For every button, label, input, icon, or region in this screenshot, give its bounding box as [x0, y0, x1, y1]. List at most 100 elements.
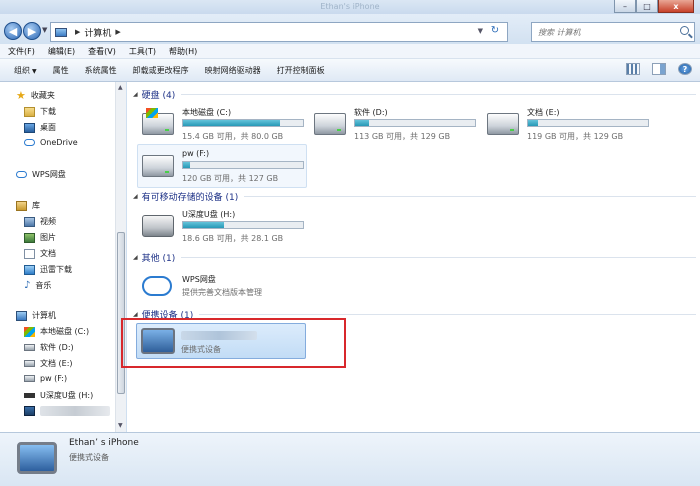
- usage-bar: [354, 119, 476, 127]
- drive-tile-h[interactable]: U深度U盘 (H:) 18.6 GB 可用，共 28.1 GB: [137, 204, 307, 248]
- nav-favorites[interactable]: ★ 收藏夹: [16, 90, 55, 101]
- address-dropdown-icon[interactable]: ▼: [478, 27, 483, 35]
- breadcrumb-separator-end[interactable]: ▶: [115, 28, 120, 36]
- nav-music[interactable]: ♪ 音乐: [24, 280, 51, 291]
- nav-libraries[interactable]: 库: [16, 200, 40, 211]
- preview-pane-icon[interactable]: [652, 63, 666, 75]
- library-icon: [16, 200, 27, 211]
- refresh-button[interactable]: ↻: [487, 25, 503, 39]
- collapse-arrow-icon[interactable]: ◢: [133, 91, 138, 98]
- menu-file[interactable]: 文件(F): [8, 46, 35, 57]
- nav-xunlei[interactable]: 迅雷下载: [24, 264, 72, 275]
- hard-drive-icon: [487, 113, 519, 135]
- hard-drive-icon: [314, 113, 346, 135]
- portable-device-icon: [24, 406, 35, 416]
- control-panel-button[interactable]: 打开控制面板: [277, 65, 325, 76]
- back-button[interactable]: ◀: [4, 22, 22, 40]
- drive-space: 113 GB 可用，共 129 GB: [354, 132, 451, 141]
- menu-edit[interactable]: 编辑(E): [48, 46, 75, 57]
- nav-desktop[interactable]: 桌面: [24, 122, 56, 133]
- drive-tile-d[interactable]: 软件 (D:) 113 GB 可用，共 129 GB: [309, 102, 479, 146]
- document-icon: [24, 248, 35, 259]
- menu-help[interactable]: 帮助(H): [169, 46, 197, 57]
- group-divider: [244, 195, 696, 197]
- drive-tile-c[interactable]: 本地磁盘 (C:) 15.4 GB 可用，共 80.0 GB: [137, 102, 307, 146]
- breadcrumb-computer[interactable]: 计算机: [84, 26, 111, 39]
- usage-bar: [182, 119, 304, 127]
- minimize-button[interactable]: –: [614, 0, 636, 13]
- properties-button[interactable]: 属性: [53, 65, 69, 76]
- nav-iphone[interactable]: [24, 406, 110, 416]
- menu-tools[interactable]: 工具(T): [129, 46, 156, 57]
- music-icon: ♪: [24, 279, 31, 291]
- nav-drive-h[interactable]: U深度U盘 (H:): [24, 390, 93, 401]
- group-other[interactable]: ◢ 其他 (1): [127, 250, 700, 264]
- scroll-up-icon[interactable]: ▲: [118, 84, 123, 91]
- windows-drive-icon: [24, 326, 35, 337]
- video-icon: [24, 216, 35, 227]
- group-hard-disks[interactable]: ◢ 硬盘 (4): [127, 87, 700, 101]
- view-options-icon[interactable]: [626, 63, 640, 75]
- drive-tile-e[interactable]: 文档 (E:) 119 GB 可用，共 129 GB: [482, 102, 652, 146]
- nav-videos[interactable]: 视频: [24, 216, 56, 227]
- usb-drive-icon: [142, 215, 174, 237]
- nav-downloads[interactable]: 下载: [24, 106, 56, 117]
- nav-drive-d[interactable]: 软件 (D:): [24, 342, 74, 353]
- collapse-arrow-icon[interactable]: ◢: [133, 311, 138, 318]
- window-controls: – □ x: [614, 0, 694, 13]
- maximize-button[interactable]: □: [636, 0, 658, 13]
- collapse-arrow-icon[interactable]: ◢: [133, 254, 138, 261]
- wps-name: WPS网盘: [182, 275, 216, 284]
- usage-bar: [527, 119, 649, 127]
- nav-computer[interactable]: 计算机: [16, 310, 56, 321]
- map-drive-button[interactable]: 映射网络驱动器: [205, 65, 261, 76]
- details-pane: Ethan’ s iPhone 便携式设备: [0, 432, 700, 486]
- history-dropdown-icon[interactable]: ▼: [42, 26, 47, 34]
- nav-pictures[interactable]: 图片: [24, 232, 56, 243]
- search-icon[interactable]: [680, 26, 689, 35]
- wps-cloud-icon: [16, 171, 27, 178]
- drive-space: 119 GB 可用，共 129 GB: [527, 132, 624, 141]
- group-removable[interactable]: ◢ 有可移动存储的设备 (1): [127, 189, 700, 203]
- forward-button[interactable]: ▶: [23, 22, 41, 40]
- scroll-down-icon[interactable]: ▼: [118, 422, 123, 429]
- usb-drive-icon: [24, 393, 35, 398]
- help-icon[interactable]: ?: [678, 63, 692, 75]
- usage-fill: [183, 162, 191, 168]
- nav-drive-e[interactable]: 文档 (E:): [24, 358, 73, 369]
- search-box[interactable]: [531, 22, 695, 42]
- nav-documents[interactable]: 文档: [24, 248, 56, 259]
- nav-onedrive[interactable]: OneDrive: [24, 138, 78, 147]
- system-properties-button[interactable]: 系统属性: [85, 65, 117, 76]
- chevron-down-icon: ▼: [32, 67, 37, 75]
- organize-button[interactable]: 组织 ▼: [14, 65, 37, 76]
- menu-view[interactable]: 查看(V): [88, 46, 116, 57]
- nav-drive-c[interactable]: 本地磁盘 (C:): [24, 326, 89, 337]
- uninstall-button[interactable]: 卸载或更改程序: [133, 65, 189, 76]
- wps-cloud-icon: [142, 276, 172, 296]
- nav-drive-f[interactable]: pw (F:): [24, 374, 67, 383]
- usage-bar: [182, 221, 304, 229]
- drive-tile-f[interactable]: pw (F:) 120 GB 可用，共 127 GB: [137, 144, 307, 188]
- group-label: 有可移动存储的设备 (1): [141, 192, 239, 203]
- toolbar-right-icons: ?: [614, 63, 692, 75]
- address-box[interactable]: ▶ 计算机 ▶ ▼ ↻: [50, 22, 508, 42]
- collapse-arrow-icon[interactable]: ◢: [133, 193, 138, 200]
- search-input[interactable]: [532, 23, 672, 41]
- wps-tile[interactable]: WPS网盘 提供完善文档版本管理: [137, 265, 307, 309]
- title-bar: Ethan's iPhone – □ x: [0, 0, 700, 14]
- scroll-thumb[interactable]: [117, 232, 125, 394]
- address-bar-area: ◀ ▶ ▼ ▶ 计算机 ▶ ▼ ↻: [0, 14, 700, 44]
- drive-name: 软件 (D:): [354, 108, 388, 117]
- usage-fill: [183, 222, 224, 228]
- details-device-type: 便携式设备: [69, 453, 109, 462]
- drive-space: 120 GB 可用，共 127 GB: [182, 174, 279, 183]
- windows-hard-drive-icon: [142, 108, 174, 135]
- breadcrumb-separator[interactable]: ▶: [75, 28, 80, 36]
- xunlei-icon: [24, 264, 35, 275]
- nav-wps[interactable]: WPS网盘: [16, 169, 66, 180]
- nav-scrollbar[interactable]: ▲ ▼: [115, 82, 126, 432]
- usage-bar: [182, 161, 304, 169]
- close-button[interactable]: x: [658, 0, 694, 13]
- drive-icon: [24, 360, 35, 367]
